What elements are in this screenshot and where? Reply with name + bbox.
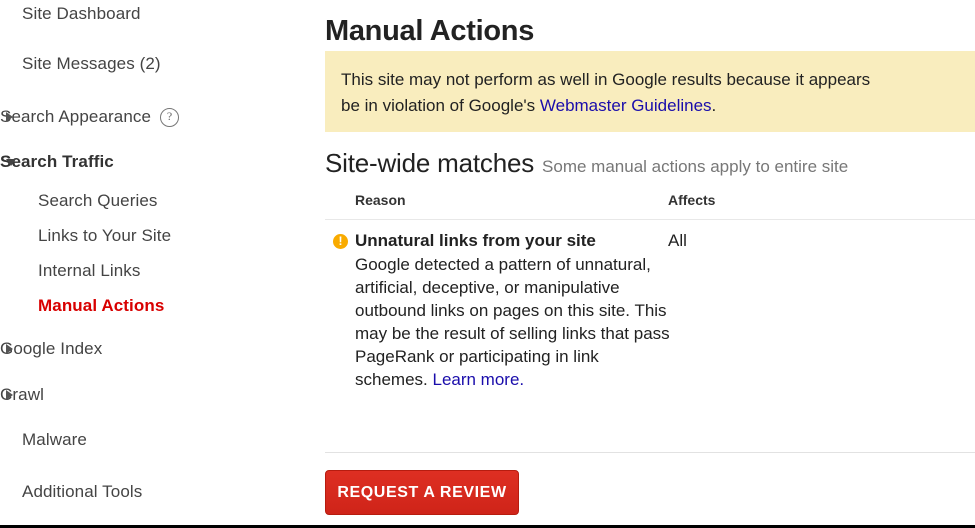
sidebar-item-label: Site Messages (2) — [22, 54, 161, 73]
section-subtitle: Some manual actions apply to entire site — [542, 157, 849, 176]
sidebar-item-google-index[interactable]: Google Index — [0, 335, 318, 363]
reason-description: Google detected a pattern of unnatural, … — [355, 253, 673, 391]
sidebar-item-label: Site Dashboard — [22, 4, 141, 23]
sidebar-item-label: Additional Tools — [22, 482, 143, 501]
manual-actions-page: Site Dashboard Site Messages (2) Search … — [0, 0, 975, 528]
sidebar-item-search-queries[interactable]: Search Queries — [0, 187, 318, 215]
table-divider — [325, 219, 975, 220]
reason-title: Unnatural links from your site — [355, 231, 596, 250]
sidebar-item-manual-actions[interactable]: Manual Actions — [0, 292, 318, 320]
section-header: Site-wide matches Some manual actions app… — [325, 148, 848, 179]
sidebar-item-label: Search Appearance — [0, 107, 152, 126]
sidebar-item-label: Google Index — [0, 339, 103, 358]
manual-actions-table: Reason Affects Unnatural links from your… — [325, 192, 975, 389]
sidebar-item-label: Search Traffic — [0, 152, 114, 171]
sidebar-item-internal-links[interactable]: Internal Links — [0, 257, 318, 285]
webmaster-guidelines-link[interactable]: Webmaster Guidelines — [540, 96, 712, 115]
learn-more-link[interactable]: Learn more. — [432, 370, 524, 389]
warning-banner-text: This site may not perform as well in Goo… — [341, 67, 975, 119]
sidebar-item-site-messages[interactable]: Site Messages (2) — [0, 50, 318, 78]
sidebar-item-crawl[interactable]: Crawl — [0, 381, 318, 409]
sidebar-navigation: Site Dashboard Site Messages (2) Search … — [0, 0, 318, 525]
sidebar-item-label: Links to Your Site — [38, 226, 172, 245]
warning-line-2: be in violation of Google's Webmaster Gu… — [341, 93, 975, 119]
sidebar-item-malware[interactable]: Malware — [0, 426, 318, 454]
reason-cell: Unnatural links from your site Google de… — [355, 230, 673, 391]
sidebar-item-label: Search Queries — [38, 191, 158, 210]
sidebar-item-label: Internal Links — [38, 261, 141, 280]
chevron-down-icon — [6, 158, 16, 166]
sidebar-item-additional-tools[interactable]: Additional Tools — [0, 478, 318, 506]
sidebar-item-search-appearance[interactable]: Search Appearance ? — [0, 103, 318, 131]
warning-line-1: This site may not perform as well in Goo… — [341, 70, 871, 89]
reason-description-text: Google detected a pattern of unnatural, … — [355, 255, 670, 389]
table-header-row: Reason Affects — [325, 192, 975, 218]
warning-line-2-suffix: . — [711, 96, 717, 115]
sidebar-item-site-dashboard[interactable]: Site Dashboard — [0, 0, 318, 28]
main-content: Manual Actions This site may not perform… — [318, 0, 975, 525]
sidebar-item-label: Malware — [22, 430, 87, 449]
chevron-right-icon — [6, 112, 13, 122]
sidebar-item-search-traffic[interactable]: Search Traffic — [0, 148, 318, 176]
sidebar-item-label: Manual Actions — [38, 296, 165, 315]
column-header-reason: Reason — [355, 192, 406, 208]
chevron-right-icon — [6, 344, 13, 354]
warning-banner: This site may not perform as well in Goo… — [325, 51, 975, 132]
page-title: Manual Actions — [325, 15, 535, 48]
warning-icon — [333, 233, 348, 249]
chevron-right-icon — [6, 390, 13, 400]
affects-cell: All — [668, 231, 687, 250]
sidebar-item-links-to-your-site[interactable]: Links to Your Site — [0, 222, 318, 250]
request-a-review-button[interactable]: REQUEST A REVIEW — [325, 470, 519, 515]
warning-line-2-prefix: be in violation of Google's — [341, 96, 540, 115]
help-icon[interactable]: ? — [160, 107, 180, 127]
bottom-divider — [325, 452, 975, 453]
section-title: Site-wide matches — [325, 148, 535, 178]
column-header-affects: Affects — [668, 192, 716, 208]
